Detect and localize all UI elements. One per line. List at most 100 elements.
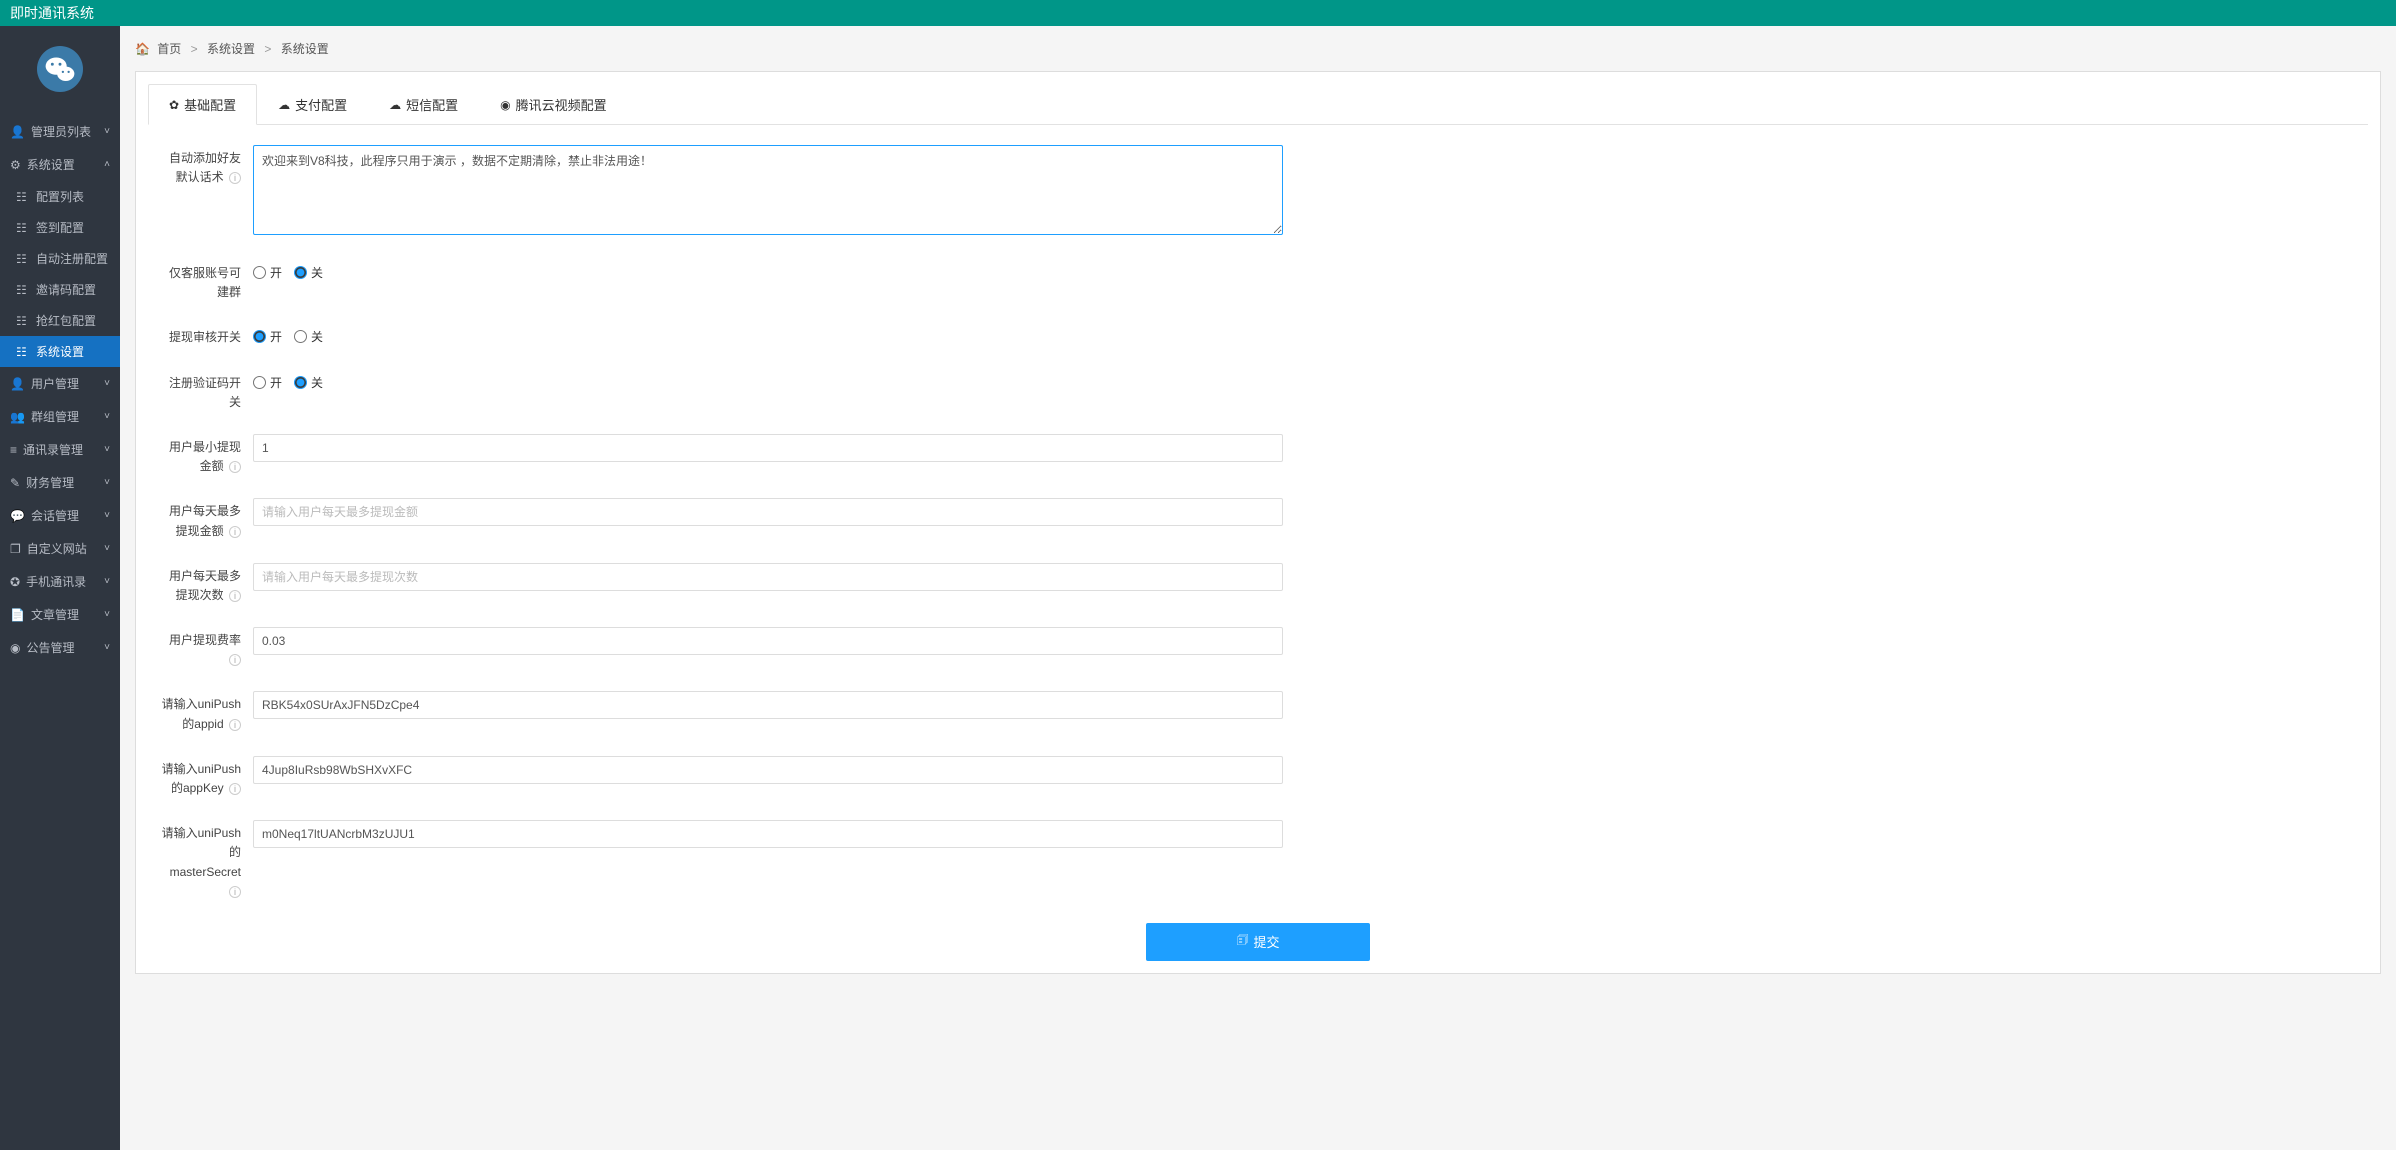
- sidebar-item-label: 手机通讯录: [26, 573, 86, 590]
- label-unipush-appid: 请输入uniPush的appid i: [158, 691, 253, 733]
- sidebar-item-label: 系统设置: [27, 156, 75, 173]
- user-icon: 👤: [10, 125, 25, 139]
- info-icon[interactable]: i: [229, 654, 241, 666]
- tab-label: 腾讯云视频配置: [516, 95, 607, 114]
- submit-button[interactable]: 🗊 提交: [1146, 923, 1369, 961]
- sidebar: 👤管理员列表˅⚙系统设置˄☷配置列表☷签到配置☷自动注册配置☷邀请码配置☷抢红包…: [0, 26, 120, 1150]
- unipush-appkey-input[interactable]: [253, 756, 1283, 784]
- home-icon: 🏠: [135, 42, 150, 56]
- sidebar-item-3[interactable]: 👥群组管理˅: [0, 400, 120, 433]
- sidebar-item-5[interactable]: ✎ 财务管理 ˅: [0, 466, 120, 499]
- label-unipush-appkey: 请输入uniPush的appKey i: [158, 756, 253, 798]
- info-icon[interactable]: i: [229, 886, 241, 898]
- edit-icon: ✎: [10, 476, 20, 490]
- sidebar-subitem-0[interactable]: ☷ 配置列表: [0, 181, 120, 212]
- bell-icon: ◉: [10, 641, 20, 655]
- sidebar-item-label: 通讯录管理: [23, 441, 83, 458]
- label-min-withdraw-amount: 用户最小提现金额 i: [158, 434, 253, 476]
- app-header: 即时通讯系统: [0, 0, 2396, 26]
- gear-icon: ✿: [169, 98, 179, 112]
- only-service-create-group-radio[interactable]: 开 关: [253, 260, 1283, 281]
- sidebar-item-6[interactable]: 💬会话管理˅: [0, 499, 120, 532]
- auto-add-friend-msg-textarea[interactable]: [253, 145, 1283, 235]
- breadcrumb-home[interactable]: 首页: [157, 42, 181, 56]
- chevron-down-icon: ˅: [104, 444, 110, 455]
- tab-1[interactable]: ☁支付配置: [257, 84, 368, 124]
- settings-form: 自动添加好友默认话术 i 仅客服账号可建群 开 关: [148, 145, 2368, 961]
- save-icon: 🗊: [1236, 931, 1248, 953]
- info-icon[interactable]: i: [229, 590, 241, 602]
- info-icon[interactable]: i: [229, 719, 241, 731]
- cloud-icon: ☁: [389, 98, 401, 112]
- sidebar-subitem-label: 邀请码配置: [36, 281, 96, 298]
- tabs: ✿ 基础配置 ☁支付配置 ☁ 短信配置 ◉腾讯云视频配置: [148, 84, 2368, 125]
- breadcrumb: 🏠 首页 > 系统设置 > 系统设置: [135, 26, 2381, 71]
- sidebar-subitem-1[interactable]: ☷ 签到配置: [0, 212, 120, 243]
- tab-0[interactable]: ✿ 基础配置: [148, 84, 257, 125]
- chevron-down-icon: ˅: [104, 126, 110, 137]
- users-icon: 👥: [10, 410, 25, 424]
- sidebar-item-label: 公告管理: [26, 639, 74, 656]
- withdraw-audit-switch-radio[interactable]: 开 关: [253, 324, 1283, 345]
- sidebar-item-label: 会话管理: [31, 507, 79, 524]
- doc-icon: 📄: [10, 608, 25, 622]
- tab-label: 支付配置: [295, 95, 347, 114]
- tab-3[interactable]: ◉腾讯云视频配置: [479, 84, 628, 124]
- list-icon: ☷: [16, 314, 30, 328]
- app-title: 即时通讯系统: [10, 5, 94, 21]
- sidebar-item-9[interactable]: 📄 文章管理 ˅: [0, 598, 120, 631]
- chevron-down-icon: ˅: [104, 642, 110, 653]
- user-icon: 👤: [10, 377, 25, 391]
- sidebar-item-8[interactable]: ✪手机通讯录˅: [0, 565, 120, 598]
- register-captcha-switch-radio[interactable]: 开 关: [253, 370, 1283, 391]
- info-icon[interactable]: i: [229, 783, 241, 795]
- info-icon[interactable]: i: [229, 172, 241, 184]
- sidebar-subitem-4[interactable]: ☷ 抢红包配置: [0, 305, 120, 336]
- sidebar-subitem-label: 抢红包配置: [36, 312, 96, 329]
- list-icon: ☷: [16, 221, 30, 235]
- sidebar-subitem-3[interactable]: ☷邀请码配置: [0, 274, 120, 305]
- sidebar-item-10[interactable]: ◉ 公告管理 ˅: [0, 631, 120, 664]
- info-icon[interactable]: i: [229, 461, 241, 473]
- sidebar-item-2[interactable]: 👤用户管理˅: [0, 367, 120, 400]
- max-withdraw-times-daily-input[interactable]: [253, 563, 1283, 591]
- tab-label: 短信配置: [406, 95, 458, 114]
- sidebar-subitem-5[interactable]: ☷系统设置: [0, 336, 120, 367]
- sidebar-item-4[interactable]: ≡ 通讯录管理 ˅: [0, 433, 120, 466]
- chevron-down-icon: ˅: [104, 576, 110, 587]
- chevron-down-icon: ˅: [104, 510, 110, 521]
- chevron-down-icon: ˅: [104, 477, 110, 488]
- info-icon[interactable]: i: [229, 526, 241, 538]
- label-withdraw-audit-switch: 提现审核开关: [158, 324, 253, 347]
- sidebar-item-7[interactable]: ❐自定义网站˅: [0, 532, 120, 565]
- breadcrumb-level1[interactable]: 系统设置: [207, 42, 255, 56]
- label-register-captcha-switch: 注册验证码开关: [158, 370, 253, 412]
- tab-label: 基础配置: [184, 95, 236, 114]
- sidebar-item-label: 财务管理: [26, 474, 74, 491]
- sidebar-subitem-2[interactable]: ☷自动注册配置: [0, 243, 120, 274]
- sidebar-item-label: 用户管理: [31, 375, 79, 392]
- sidebar-subitem-label: 签到配置: [36, 219, 84, 236]
- label-unipush-master-secret: 请输入uniPush的masterSecret i: [158, 820, 253, 901]
- sidebar-item-label: 管理员列表: [31, 123, 91, 140]
- label-auto-add-friend-msg: 自动添加好友默认话术 i: [158, 145, 253, 187]
- sidebar-subitem-label: 配置列表: [36, 188, 84, 205]
- min-withdraw-amount-input[interactable]: [253, 434, 1283, 462]
- list-icon: ☷: [16, 190, 30, 204]
- list-icon: ☷: [16, 345, 30, 359]
- unipush-master-secret-input[interactable]: [253, 820, 1283, 848]
- sidebar-subitem-label: 自动注册配置: [36, 250, 108, 267]
- chevron-down-icon: ˅: [104, 609, 110, 620]
- label-only-service-create-group: 仅客服账号可建群: [158, 260, 253, 302]
- chevron-up-icon: ˄: [104, 159, 110, 170]
- sidebar-item-0[interactable]: 👤 管理员列表 ˅: [0, 115, 120, 148]
- sidebar-item-label: 文章管理: [31, 606, 79, 623]
- withdraw-rate-input[interactable]: [253, 627, 1283, 655]
- list-icon: ≡: [10, 443, 17, 457]
- sidebar-item-1[interactable]: ⚙系统设置˄: [0, 148, 120, 181]
- breadcrumb-level2: 系统设置: [281, 42, 329, 56]
- unipush-appid-input[interactable]: [253, 691, 1283, 719]
- main-content: 🏠 首页 > 系统设置 > 系统设置 ✿ 基础配置 ☁支付配置 ☁ 短信配置 ◉腾讯云视频…: [120, 26, 2396, 1150]
- tab-2[interactable]: ☁ 短信配置: [368, 84, 479, 124]
- max-withdraw-amount-daily-input[interactable]: [253, 498, 1283, 526]
